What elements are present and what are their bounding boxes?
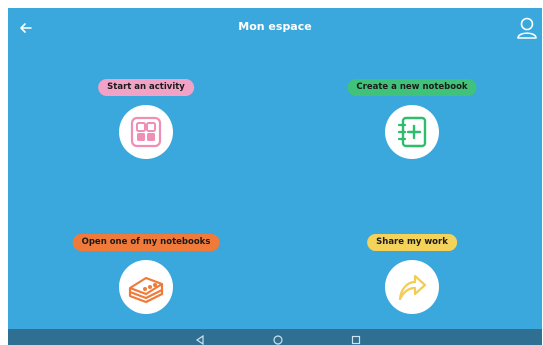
open-notebook-button[interactable]: Open one of my notebooks [72,234,220,251]
share-work-button[interactable]: Share my work [367,234,457,251]
back-triangle-icon[interactable] [194,331,206,345]
stacked-notebooks-icon [128,276,164,304]
start-activity-card: Start an activity [46,79,246,179]
top-bar: Mon espace [8,8,542,48]
open-notebook-icon-button[interactable] [119,260,173,314]
app-screen: Mon espace Start an activity Create a ne… [8,8,542,345]
page-title: Mon espace [238,20,312,33]
share-arrow-icon [398,274,427,301]
recents-square-icon[interactable] [350,331,362,345]
create-notebook-card: Create a new notebook [312,79,512,179]
start-activity-icon-button[interactable] [119,105,173,159]
notebook-plus-icon [397,116,427,148]
system-navigation-bar [8,329,542,345]
user-profile-icon[interactable] [516,16,538,40]
share-work-icon-button[interactable] [385,260,439,314]
create-notebook-button[interactable]: Create a new notebook [347,79,477,96]
create-notebook-icon-button[interactable] [385,105,439,159]
share-work-card: Share my work [312,234,512,334]
grid-icon [130,116,162,148]
start-activity-button[interactable]: Start an activity [98,79,194,96]
open-notebook-card: Open one of my notebooks [46,234,246,334]
home-circle-icon[interactable] [272,331,284,345]
